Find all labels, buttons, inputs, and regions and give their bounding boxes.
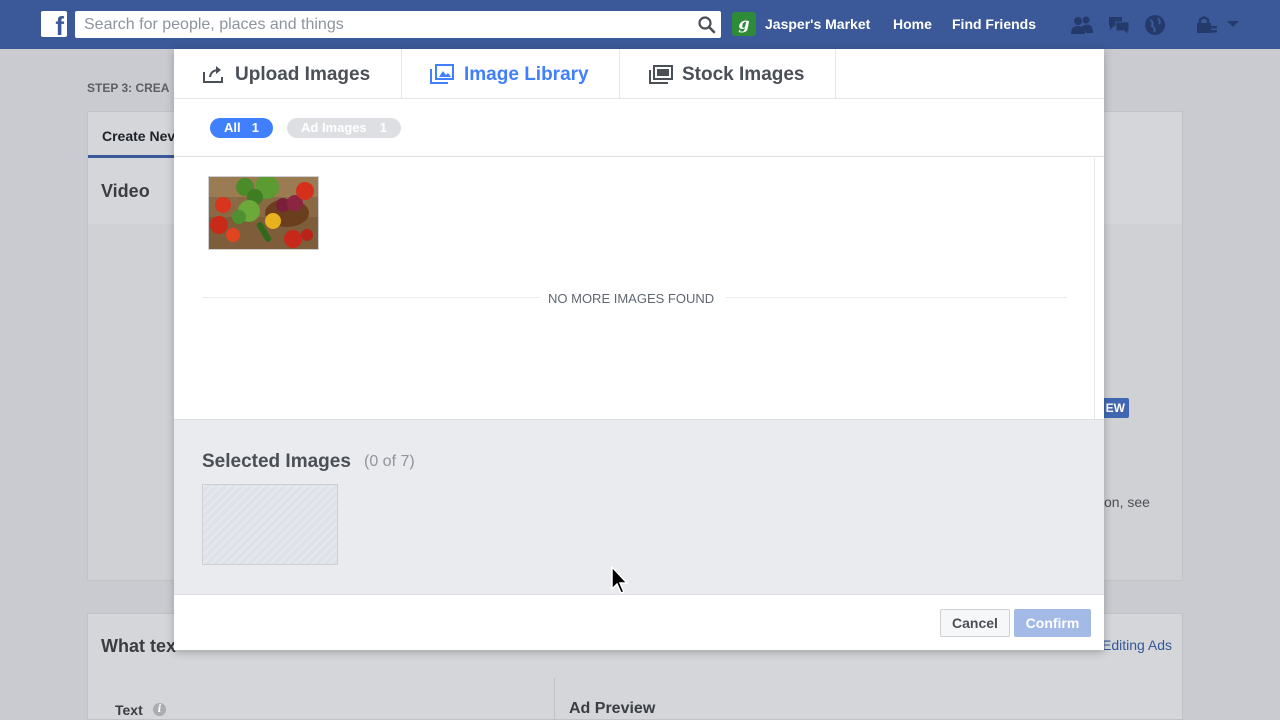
top-navigation-bar: f g Jasper's Market Home Find Friends	[0, 0, 1280, 49]
see-text: on, see	[1104, 494, 1150, 510]
upload-icon	[203, 66, 223, 83]
tab-upload-images[interactable]: Upload Images	[174, 49, 402, 99]
friend-requests-icon[interactable]	[1069, 12, 1095, 38]
find-friends-link[interactable]: Find Friends	[952, 16, 1036, 32]
mouse-cursor-icon	[611, 566, 629, 594]
cancel-button[interactable]: Cancel	[940, 609, 1010, 637]
messages-icon[interactable]	[1106, 12, 1132, 38]
filter-ad-images-label: Ad Images	[301, 120, 367, 135]
filter-ad-images-pill[interactable]: Ad Images 1	[287, 118, 401, 138]
text-label: Text	[115, 702, 143, 718]
selected-images-area: Selected Images (0 of 7)	[174, 419, 1104, 594]
image-library-icon	[430, 64, 454, 84]
confirm-button[interactable]: Confirm	[1014, 609, 1091, 637]
ad-preview-title: Ad Preview	[569, 700, 656, 717]
filter-row: All 1 Ad Images 1	[174, 99, 1104, 157]
selected-images-title: Selected Images	[202, 451, 351, 472]
tab-upload-images-label: Upload Images	[235, 64, 371, 85]
divider-right	[726, 297, 1067, 298]
no-more-images-text: NO MORE IMAGES FOUND	[548, 291, 715, 306]
library-image-thumbnail[interactable]	[208, 176, 319, 250]
search-box	[75, 11, 721, 38]
step-heading: STEP 3: CREA	[87, 81, 170, 95]
filter-all-label: All	[224, 120, 241, 135]
notifications-globe-icon[interactable]	[1142, 12, 1168, 38]
modal-footer: Cancel Confirm	[174, 594, 1104, 650]
facebook-logo-icon[interactable]: f	[41, 11, 67, 39]
info-icon[interactable]: i	[153, 703, 166, 716]
vegetables-image	[209, 177, 318, 249]
filter-ad-images-count: 1	[379, 120, 387, 135]
image-picker-modal: Upload Images Image Library Stock Images…	[174, 49, 1104, 650]
stock-images-icon	[649, 65, 673, 84]
search-input[interactable]	[75, 11, 675, 38]
tab-stock-images[interactable]: Stock Images	[620, 49, 836, 99]
section-video-title: Video	[101, 181, 150, 201]
tab-image-library[interactable]: Image Library	[402, 49, 620, 99]
section-divider	[554, 678, 555, 720]
image-library-grid: NO MORE IMAGES FOUND	[174, 158, 1104, 419]
modal-tab-bar: Upload Images Image Library Stock Images	[174, 49, 1104, 99]
text-and-links-title: What tex	[101, 636, 177, 656]
page-avatar[interactable]: g	[732, 12, 756, 36]
empty-image-slot	[202, 484, 338, 565]
library-scrollbar[interactable]	[1094, 158, 1095, 419]
tab-create-new[interactable]: Create Nev	[88, 112, 178, 158]
privacy-lock-icon[interactable]	[1194, 12, 1220, 38]
home-link[interactable]: Home	[893, 16, 932, 32]
filter-all-pill[interactable]: All 1	[210, 118, 273, 138]
search-icon[interactable]	[697, 15, 717, 35]
filter-all-count: 1	[251, 120, 259, 135]
account-menu-icon[interactable]	[1225, 16, 1241, 32]
divider-left	[202, 297, 540, 298]
page-name-link[interactable]: Jasper's Market	[765, 16, 870, 32]
tab-image-library-label: Image Library	[464, 64, 589, 85]
selected-images-count: (0 of 7)	[364, 453, 415, 470]
editing-ads-link[interactable]: Editing Ads	[1102, 637, 1172, 653]
tab-stock-images-label: Stock Images	[682, 64, 805, 85]
tab-create-new-label: Create Nev	[102, 128, 176, 144]
